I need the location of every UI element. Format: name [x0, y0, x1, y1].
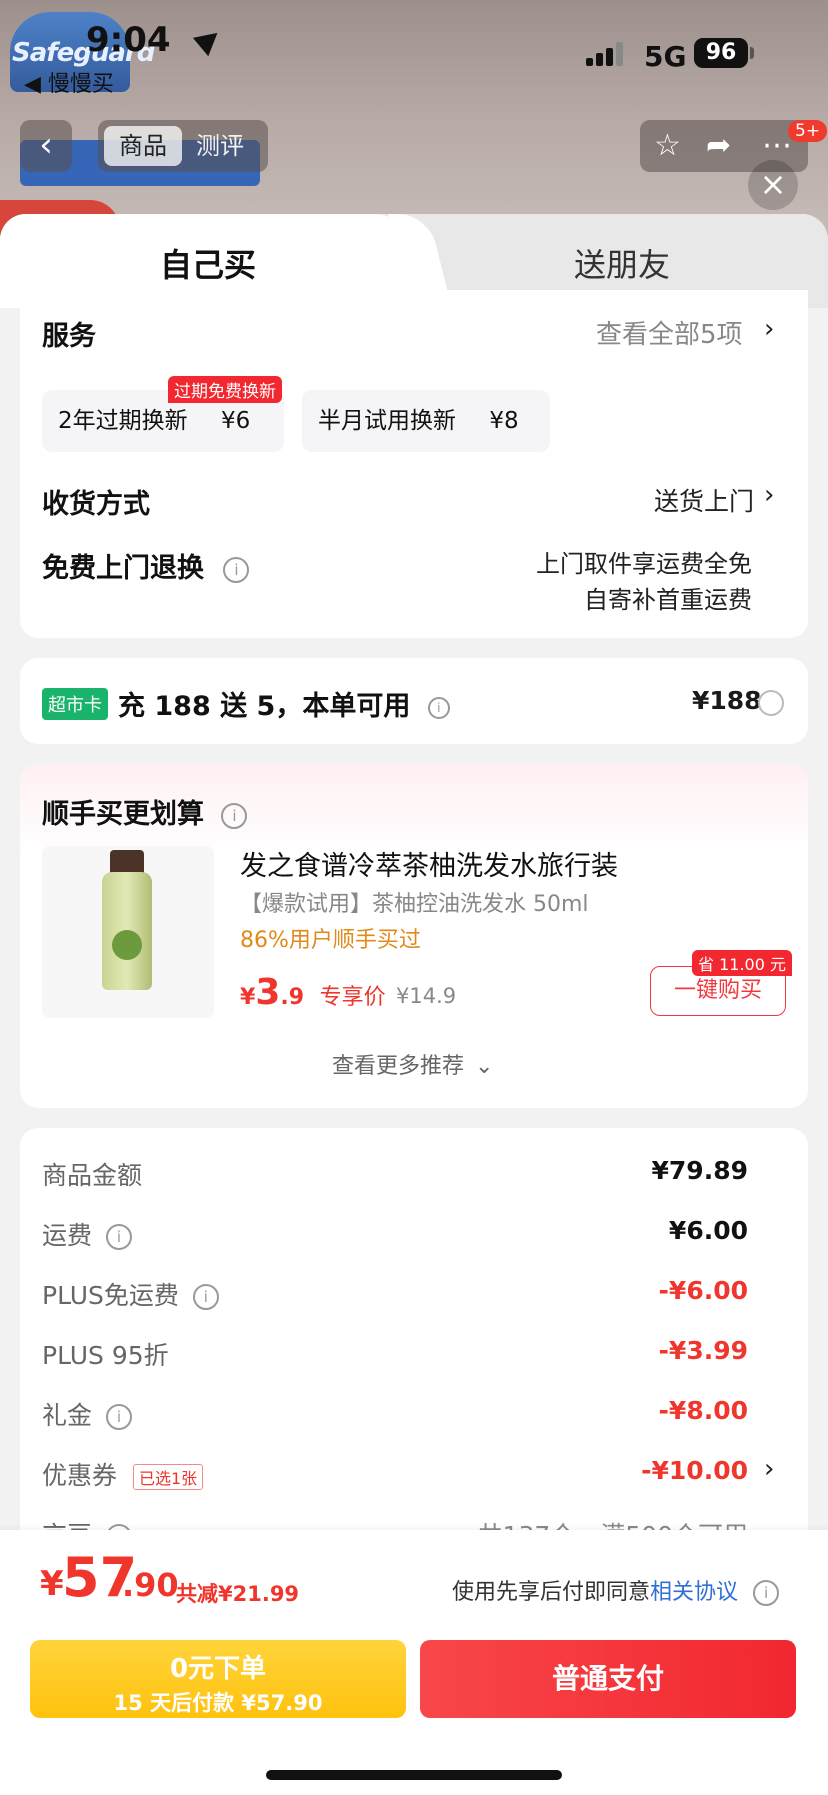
supermarket-price: ¥188 [692, 686, 762, 715]
delivery-value[interactable]: 送货上门 [654, 482, 754, 518]
agreement-link[interactable]: 相关协议 [650, 1580, 738, 1605]
free-return-label: 免费上门退换 i [42, 546, 250, 585]
summary-label: 商品金额 [42, 1161, 143, 1190]
service-option-price: ¥6 [220, 408, 251, 434]
summary-label-row: 礼金 i [42, 1396, 132, 1432]
bundle-title: 顺手买更划算 i [42, 792, 248, 831]
delivery-label: 收货方式 [42, 489, 150, 520]
message-badge: 5+ [788, 120, 828, 142]
network-type: 5G [644, 40, 687, 73]
agreement-prefix: 使用先享后付即同意 [452, 1580, 651, 1605]
tab-review[interactable]: 测评 [196, 126, 244, 166]
summary-value: -¥3.99 [658, 1336, 748, 1365]
info-icon[interactable]: i [105, 1404, 132, 1430]
bundle-title-text: 顺手买更划算 [42, 799, 204, 830]
summary-label: 运费 [42, 1221, 93, 1250]
bottle-leaf-shape [112, 930, 142, 960]
info-icon[interactable]: i [753, 1580, 780, 1606]
total-saving: 共减¥21.99 [176, 1582, 300, 1606]
bundle-price-int: 3 [255, 972, 281, 1013]
zero-down-order-button[interactable]: 0元下单 15 天后付款 ¥57.90 [30, 1640, 406, 1718]
chevron-right-icon[interactable]: › [764, 480, 774, 510]
share-icon[interactable]: ➦ [706, 126, 731, 166]
normal-pay-button[interactable]: 普通支付 [420, 1640, 796, 1718]
supermarket-radio[interactable] [758, 690, 784, 716]
more-recommendations-text: 查看更多推荐 [332, 1054, 465, 1079]
service-option-name: 2年过期换新 [58, 408, 188, 434]
summary-value: ¥79.89 [651, 1156, 748, 1185]
service-option[interactable]: 半月试用换新 ¥8 [302, 390, 550, 452]
coupon-selected-tag: 已选1张 [132, 1464, 204, 1490]
bundle-product-name[interactable]: 发之食谱冷萃茶柚洗发水旅行装 [240, 844, 618, 883]
zero-down-sub: 15 天后付款 ¥57.90 [113, 1691, 323, 1715]
summary-label: PLUS 95折 [42, 1341, 169, 1370]
battery-icon: 96 [694, 38, 748, 68]
bundle-price-label: 专享价 [319, 985, 386, 1010]
service-option-price: ¥8 [489, 408, 519, 434]
bundle-price-symbol: ¥ [240, 985, 256, 1010]
signal-icon [586, 42, 626, 66]
bundle-product-sub: 【爆款试用】茶柚控油洗发水 50ml [240, 892, 589, 917]
bundle-price: ¥3.9 专享价 [240, 972, 386, 1013]
home-indicator[interactable] [266, 1770, 562, 1780]
info-icon[interactable]: i [192, 1284, 219, 1310]
chevron-down-icon: ⌄ [475, 1054, 494, 1079]
supermarket-offer: 充 188 送 5，本单可用 i [118, 684, 450, 723]
battery-tip [750, 47, 754, 59]
info-icon[interactable]: i [105, 1224, 132, 1250]
supermarket-tag: 超市卡 [42, 688, 108, 720]
service-title: 服务 [42, 321, 96, 352]
service-option-name: 半月试用换新 [318, 408, 456, 434]
back-chevron-icon[interactable]: ‹ [20, 120, 72, 172]
service-view-all[interactable]: 查看全部5项 [596, 314, 743, 351]
agreement-text: 使用先享后付即同意相关协议 i [452, 1574, 780, 1606]
summary-label: PLUS免运费 [42, 1281, 179, 1310]
save-tag: 省 11.00 元 [692, 950, 792, 976]
bundle-price-dec: .9 [280, 985, 305, 1010]
supermarket-offer-text: 充 188 送 5，本单可用 [118, 691, 411, 722]
total-currency: ¥ [40, 1564, 64, 1604]
summary-value: ¥6.00 [668, 1216, 748, 1245]
bundle-orig-price: ¥14.9 [396, 984, 457, 1008]
summary-value: -¥8.00 [658, 1396, 748, 1425]
total-amount-dec: .90 [122, 1566, 179, 1604]
bundle-buyers: 86%用户顺手买过 [240, 928, 421, 953]
more-recommendations-link[interactable]: 查看更多推荐 ⌄ [332, 1048, 493, 1080]
info-icon[interactable]: i [223, 556, 250, 583]
summary-label: 优惠券 [42, 1461, 118, 1490]
chevron-right-icon[interactable]: › [764, 314, 774, 344]
chevron-right-icon[interactable]: › [764, 1454, 774, 1484]
info-icon[interactable]: i [221, 802, 248, 829]
info-icon[interactable]: i [427, 696, 450, 719]
summary-value: -¥10.00 [641, 1456, 748, 1485]
close-icon[interactable]: × [748, 160, 798, 210]
back-to-app-link[interactable]: ◀ 慢慢买 [24, 66, 114, 98]
free-return-line1: 上门取件享运费全免 [536, 550, 752, 578]
coupon-row[interactable]: 优惠券 已选1张 [42, 1456, 204, 1492]
service-badge: 过期免费换新 [168, 376, 282, 403]
star-icon[interactable]: ☆ [654, 126, 681, 166]
tab-product[interactable]: 商品 [104, 126, 182, 166]
summary-label: 礼金 [42, 1401, 93, 1430]
summary-value: -¥6.00 [658, 1276, 748, 1305]
free-return-text: 免费上门退换 [42, 553, 204, 584]
summary-label-row: PLUS免运费 i [42, 1276, 219, 1312]
tab-buy-self[interactable]: 自己买 [160, 240, 256, 286]
summary-label-row: 运费 i [42, 1216, 132, 1252]
free-return-line2: 自寄补首重运费 [584, 586, 752, 614]
zero-down-label: 0元下单 [169, 1654, 267, 1684]
tab-gift-friend[interactable]: 送朋友 [574, 240, 670, 286]
status-time: 9:04 [86, 20, 171, 60]
